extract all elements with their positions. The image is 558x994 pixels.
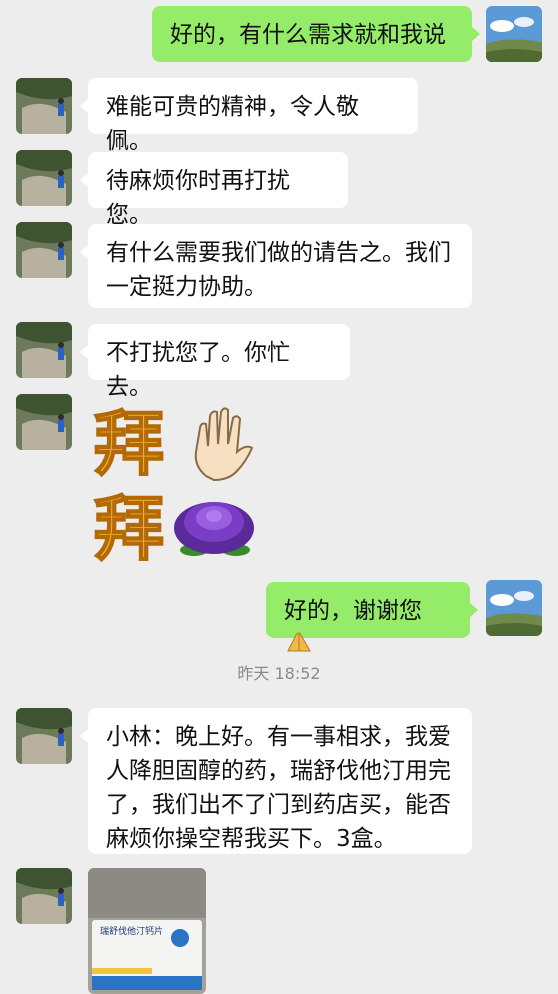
sticker-char-2: 拜	[94, 488, 164, 566]
contact-avatar[interactable]	[16, 78, 72, 134]
cliff-avatar-image	[16, 708, 72, 764]
user-avatar[interactable]	[486, 580, 542, 636]
cliff-avatar-image	[16, 868, 72, 924]
contact-avatar[interactable]	[16, 322, 72, 378]
contact-avatar[interactable]	[16, 394, 72, 450]
message-bubble-outgoing[interactable]: 好的，谢谢您	[266, 582, 478, 651]
sticker-char-1: 拜	[94, 403, 164, 485]
medicine-photo[interactable]: 瑞舒伐他汀钙片	[88, 868, 206, 994]
contact-avatar[interactable]	[16, 222, 72, 278]
landscape-avatar-image	[486, 6, 542, 62]
waving-hand-icon	[194, 407, 254, 482]
contact-avatar[interactable]	[16, 150, 72, 206]
peony-flower-icon	[174, 502, 254, 556]
message-bubble-incoming[interactable]: 不打扰您了。你忙去。	[80, 324, 350, 400]
message-text: 有什么需要我们做的请告之。我们一定挺力协助。	[106, 240, 451, 300]
message-bubble-incoming[interactable]: 难能可贵的精神，令人敬佩。	[80, 78, 418, 154]
chat-timestamp: 昨天 18:52	[237, 664, 321, 683]
message-text: 好的，谢谢您	[284, 598, 422, 624]
message-text: 待麻烦你时再打扰您。	[106, 168, 290, 228]
sticker-image: 拜 拜	[93, 402, 254, 566]
message-text: 好的，有什么需求就和我说	[170, 22, 446, 48]
landscape-avatar-image	[486, 580, 542, 636]
cliff-avatar-image	[16, 222, 72, 278]
message-text: 小林：晚上好。有一事相求，我爱人降胆固醇的药，瑞舒伐他汀用完了，我们出不了门到药…	[106, 724, 451, 852]
message-text: 不打扰您了。你忙去。	[106, 340, 290, 400]
cliff-avatar-image	[16, 322, 72, 378]
medicine-box-image: 瑞舒伐他汀钙片	[88, 868, 206, 994]
contact-avatar[interactable]	[16, 868, 72, 924]
message-bubble-incoming[interactable]: 待麻烦你时再打扰您。	[80, 152, 348, 228]
contact-avatar[interactable]	[16, 708, 72, 764]
message-text: 难能可贵的精神，令人敬佩。	[106, 94, 359, 154]
message-bubble-outgoing[interactable]: 好的，有什么需求就和我说	[152, 6, 480, 62]
cliff-avatar-image	[16, 150, 72, 206]
cliff-avatar-image	[16, 394, 72, 450]
message-bubble-incoming[interactable]: 小林：晚上好。有一事相求，我爱人降胆固醇的药，瑞舒伐他汀用完了，我们出不了门到药…	[80, 708, 472, 854]
folded-hands-icon	[286, 629, 312, 663]
medicine-name-label: 瑞舒伐他汀钙片	[100, 925, 163, 937]
user-avatar[interactable]	[486, 6, 542, 62]
message-bubble-incoming[interactable]: 有什么需要我们做的请告之。我们一定挺力协助。	[80, 224, 472, 308]
cliff-avatar-image	[16, 78, 72, 134]
bye-bye-sticker[interactable]: 拜拜 拜 拜	[92, 398, 262, 566]
